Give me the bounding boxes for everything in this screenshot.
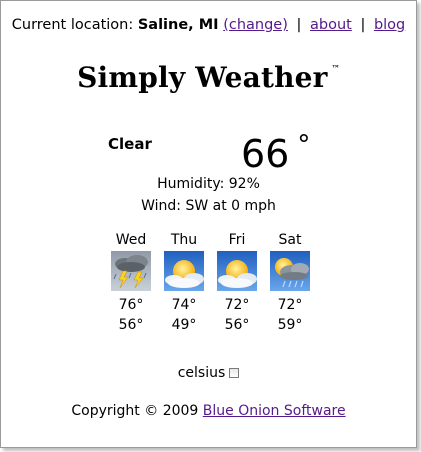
forecast-day-name: Wed [115,232,147,248]
forecast-high: 72° [277,297,303,313]
location-bar: Current location: Saline, MI (change) | … [1,17,416,33]
app-title: Simply Weather ™ [1,61,416,94]
trademark-symbol: ™ [331,63,340,73]
forecast-day: Sat 72° 59° [264,231,316,335]
forecast-high: 76° [118,297,144,313]
change-location-link[interactable]: (change) [223,17,288,33]
forecast-low: 56° [224,317,250,333]
celsius-toggle: celsius [1,365,416,381]
forecast-day-name: Fri [228,232,246,248]
separator: | [360,17,366,33]
celsius-checkbox[interactable] [229,368,240,378]
thunderstorm-icon [111,251,151,291]
forecast-day-name: Sat [278,232,302,248]
forecast-day: Thu 74° 49° [158,231,210,335]
celsius-label: celsius [177,365,226,381]
rain-sun-icon [270,251,310,291]
forecast-high: 72° [224,297,250,313]
forecast-day: Fri 72° 56° [211,231,263,335]
forecast-low: 59° [277,317,303,333]
app-window: Current location: Saline, MI (change) | … [0,0,417,448]
degree-symbol: ° [297,130,311,160]
app-title-text: Simply Weather [77,61,328,94]
footer-copyright: Copyright © 2009 Blue Onion Software [1,403,416,419]
humidity-text: Humidity: 92% [157,176,260,192]
about-link[interactable]: about [310,17,352,33]
temperature-value: 66 [241,132,290,176]
forecast-day: Wed 76° 56° [105,231,157,335]
forecast-low: 56° [118,317,144,333]
partly-sunny-icon [164,251,204,291]
current-temperature: 66 ° [241,121,310,178]
location-value: Saline, MI [137,17,219,33]
forecast-low: 49° [171,317,197,333]
separator: | [296,17,302,33]
forecast-row: Wed 76° 56° Thu 74° 49° Fri 72° 56° Sat … [105,231,317,335]
location-label: Current location: [11,17,134,33]
forecast-day-name: Thu [170,232,198,248]
blog-link[interactable]: blog [374,17,405,33]
copyright-text: Copyright © 2009 [71,403,199,419]
forecast-high: 74° [171,297,197,313]
current-condition: Clear [108,135,152,153]
company-link[interactable]: Blue Onion Software [203,403,346,419]
wind-text: Wind: SW at 0 mph [141,198,276,214]
partly-sunny-icon [217,251,257,291]
